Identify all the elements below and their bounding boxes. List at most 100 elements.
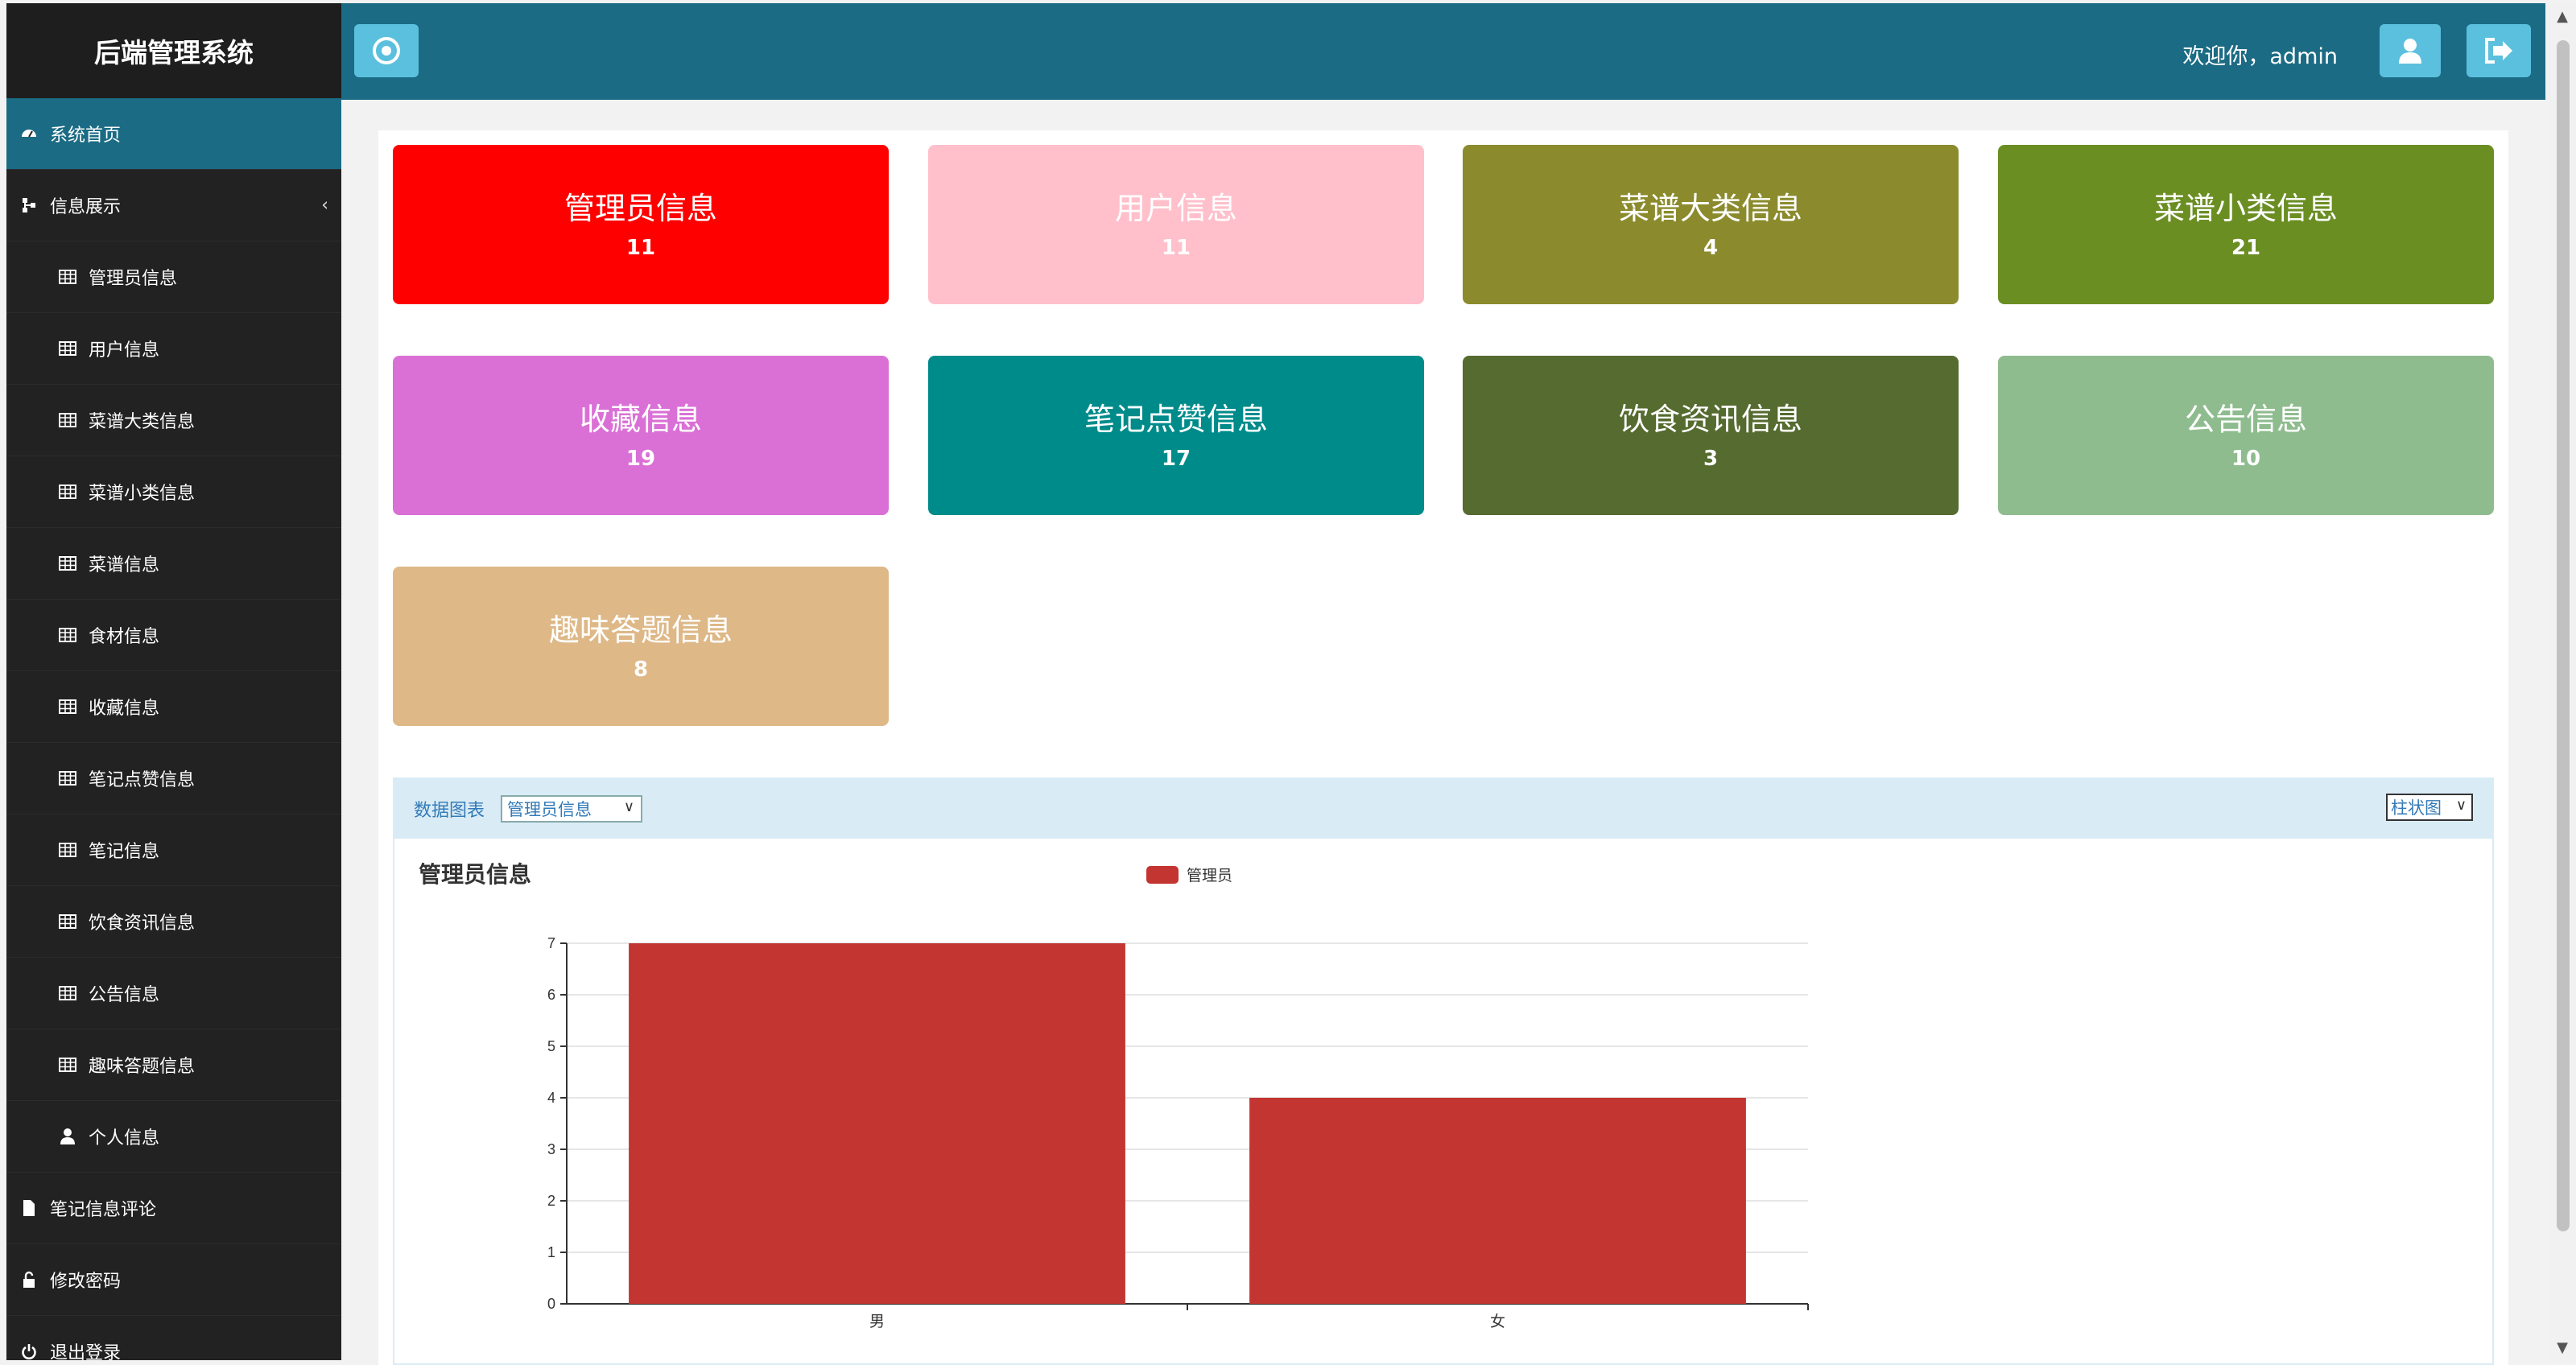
circle-dot-icon (373, 37, 400, 64)
chevron-down-icon: ∨ (2455, 797, 2467, 814)
profile-button[interactable] (2380, 24, 2441, 77)
sidebar-item-label: 用户信息 (89, 340, 160, 361)
scrollbar-thumb[interactable] (2557, 40, 2570, 1231)
sidebar-item-label: 退出登录 (50, 1343, 122, 1360)
sidebar-item-label: 个人信息 (89, 1128, 160, 1148)
y-tick-label: 5 (547, 1038, 555, 1054)
legend-swatch (1146, 866, 1179, 884)
stat-card[interactable]: 趣味答题信息 8 (393, 567, 889, 726)
stat-card-title: 收藏信息 (579, 401, 702, 437)
stat-card-title: 趣味答题信息 (548, 612, 733, 648)
table-icon (58, 697, 77, 716)
sidebar-item-13[interactable]: 趣味答题信息 (6, 1029, 341, 1101)
stat-card-count: 10 (2231, 446, 2261, 471)
sidebar-item-0[interactable]: 系统首页 (6, 98, 341, 170)
sidebar-item-label: 食材信息 (89, 627, 160, 647)
stat-card-title: 公告信息 (2184, 401, 2307, 437)
sidebar-item-6[interactable]: 菜谱信息 (6, 528, 341, 600)
welcome-text: 欢迎你，admin (2182, 44, 2338, 69)
sidebar: 后端管理系统 系统首页信息展示 ‹ 管理员信息用户信息菜谱大类信息菜谱小类信息菜谱信… (6, 3, 341, 1360)
scroll-down-arrow-icon[interactable]: ▼ (2555, 1341, 2570, 1355)
stat-card[interactable]: 笔记点赞信息 17 (928, 356, 1424, 515)
sidebar-item-label: 笔记信息 (89, 842, 160, 862)
data-source-select[interactable]: 管理员信息 ∨ (501, 795, 643, 823)
page-scrollbar[interactable]: ▲ ▼ (2549, 3, 2576, 1362)
stat-card-title: 笔记点赞信息 (1084, 401, 1268, 437)
sidebar-item-12[interactable]: 公告信息 (6, 958, 341, 1029)
table-icon (58, 267, 77, 287)
app-title: 后端管理系统 (6, 3, 341, 98)
toggle-sidebar-button[interactable] (354, 24, 419, 77)
sidebar-item-11[interactable]: 饮食资讯信息 (6, 886, 341, 958)
sidebar-item-1[interactable]: 信息展示 ‹ (6, 170, 341, 241)
top-header: 欢迎你，admin (341, 3, 2545, 100)
sidebar-item-14[interactable]: 个人信息 (6, 1101, 341, 1173)
sidebar-item-5[interactable]: 菜谱小类信息 (6, 456, 341, 528)
scroll-up-arrow-icon[interactable]: ▲ (2555, 10, 2570, 24)
stat-card[interactable]: 菜谱大类信息 4 (1463, 145, 1959, 304)
stat-card-count: 4 (1703, 235, 1719, 260)
sidebar-item-17[interactable]: 退出登录 (6, 1316, 341, 1360)
stat-card-title: 菜谱小类信息 (2153, 190, 2338, 226)
data-source-select-value: 管理员信息 (507, 800, 592, 819)
sidebar-item-7[interactable]: 食材信息 (6, 600, 341, 671)
sidebar-item-label: 菜谱信息 (89, 555, 160, 575)
sidebar-item-8[interactable]: 收藏信息 (6, 671, 341, 743)
stat-card[interactable]: 收藏信息 19 (393, 356, 889, 515)
user-icon (58, 1127, 77, 1146)
sidebar-item-label: 管理员信息 (89, 269, 178, 289)
sidebar-item-2[interactable]: 管理员信息 (6, 241, 341, 313)
x-tick-label: 女 (1490, 1313, 1505, 1330)
table-icon (58, 625, 77, 645)
bar (629, 943, 1125, 1304)
sidebar-item-4[interactable]: 菜谱大类信息 (6, 385, 341, 456)
stat-card-title: 管理员信息 (564, 190, 717, 226)
sidebar-item-label: 收藏信息 (89, 699, 160, 719)
power-icon (19, 1342, 39, 1360)
sidebar-item-10[interactable]: 笔记信息 (6, 814, 341, 886)
table-icon (58, 769, 77, 788)
chart-type-select[interactable]: 柱状图 ∨ (2386, 794, 2473, 821)
sidebar-item-label: 趣味答题信息 (89, 1057, 196, 1077)
chart-panel-label: 数据图表 (414, 801, 485, 821)
stat-card[interactable]: 公告信息 10 (1998, 356, 2494, 515)
stat-card[interactable]: 菜谱小类信息 21 (1998, 145, 2494, 304)
table-icon (58, 912, 77, 931)
legend-label: 管理员 (1187, 867, 1232, 885)
sidebar-item-label: 信息展示 (50, 197, 122, 217)
sidebar-item-label: 系统首页 (50, 126, 122, 146)
stat-card[interactable]: 用户信息 11 (928, 145, 1424, 304)
file-icon (19, 1198, 39, 1218)
stat-card-title: 用户信息 (1114, 190, 1237, 226)
y-tick-label: 0 (547, 1296, 555, 1312)
sidebar-item-16[interactable]: 修改密码 (6, 1244, 341, 1316)
y-tick-label: 1 (547, 1244, 555, 1260)
table-icon (58, 1055, 77, 1074)
chart-type-select-value: 柱状图 (2391, 798, 2442, 818)
bar-chart: 管理员信息 管理员 0 1 2 3 4 5 6 7 男 女 (419, 861, 1809, 1330)
stat-card[interactable]: 饮食资讯信息 3 (1463, 356, 1959, 515)
stat-card[interactable]: 管理员信息 11 (393, 145, 889, 304)
sidebar-item-label: 公告信息 (89, 985, 160, 1005)
chart-title: 管理员信息 (419, 861, 531, 887)
dashboard-icon (19, 124, 39, 143)
y-tick-label: 2 (547, 1193, 555, 1209)
table-icon (58, 840, 77, 860)
sitemap-icon (19, 196, 39, 215)
stat-card-count: 3 (1703, 446, 1719, 471)
unlock-icon (19, 1270, 39, 1289)
chart-plot-area: 0 1 2 3 4 5 6 7 男 女 (547, 935, 1809, 1330)
sidebar-item-15[interactable]: 笔记信息评论 (6, 1173, 341, 1244)
chevron-down-icon: ∨ (623, 798, 635, 815)
sidebar-item-3[interactable]: 用户信息 (6, 313, 341, 385)
stat-card-count: 11 (1161, 235, 1191, 260)
sidebar-item-9[interactable]: 笔记点赞信息 (6, 743, 341, 814)
bar (1249, 1098, 1746, 1304)
chevron-left-icon: ‹ (321, 195, 328, 216)
sidebar-item-label: 笔记点赞信息 (89, 770, 196, 790)
stat-card-title: 菜谱大类信息 (1618, 190, 1802, 226)
table-icon (58, 482, 77, 501)
logout-button[interactable] (2467, 24, 2531, 77)
sidebar-item-label: 菜谱大类信息 (89, 412, 196, 432)
sidebar-item-label: 饮食资讯信息 (89, 913, 196, 934)
